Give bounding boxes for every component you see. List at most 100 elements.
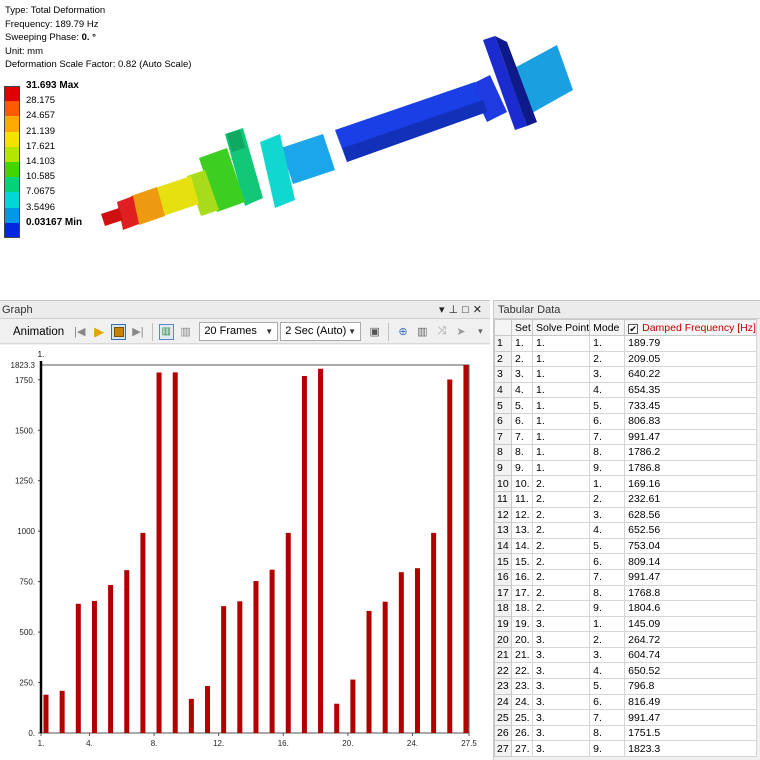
- table-row[interactable]: 2 2. 1. 2. 209.05: [494, 350, 757, 368]
- frequency-bar[interactable]: [172, 372, 178, 733]
- table-row[interactable]: 21 21. 3. 3. 604.74: [494, 646, 757, 664]
- table-row[interactable]: 27 27. 3. 9. 1823.3: [494, 740, 757, 758]
- table-header-row: Set Solve Point Mode ✔ Damped Frequency […: [494, 319, 757, 336]
- frequency-bar[interactable]: [334, 703, 340, 733]
- cell-solve-point: 2.: [531, 600, 591, 617]
- frequency-bar[interactable]: [350, 679, 356, 733]
- column-header-damped-frequency[interactable]: ✔ Damped Frequency [Hz]: [624, 319, 757, 336]
- table-row[interactable]: 26 26. 3. 8. 1751.5: [494, 724, 757, 742]
- table-row[interactable]: 3 3. 1. 3. 640.22: [494, 366, 757, 383]
- frequency-bar[interactable]: [205, 686, 211, 733]
- maximize-icon[interactable]: □: [462, 304, 473, 316]
- table-row[interactable]: 19 19. 3. 1. 145.09: [494, 615, 757, 633]
- table-row[interactable]: 8 8. 1. 8. 1786.2: [494, 444, 757, 461]
- cell-damped-frequency: 1804.6: [624, 600, 757, 617]
- cell-solve-point: 3.: [531, 646, 591, 664]
- table-row[interactable]: 18 18. 2. 9. 1804.6: [494, 600, 757, 617]
- table-row[interactable]: 5 5. 1. 5. 733.45: [494, 397, 757, 414]
- distributed-frames-icon[interactable]: ▥: [158, 323, 174, 340]
- close-icon[interactable]: ✕: [473, 304, 486, 316]
- frequency-bar[interactable]: [269, 569, 275, 733]
- table-row[interactable]: 16 16. 2. 7. 991.47: [494, 568, 757, 586]
- frequency-bar[interactable]: [237, 601, 243, 733]
- frequency-bar[interactable]: [43, 694, 49, 733]
- cell-mode: 3.: [589, 506, 626, 524]
- frequency-bar[interactable]: [285, 532, 291, 733]
- table-row[interactable]: 23 23. 3. 5. 796.8: [494, 678, 757, 695]
- play-icon[interactable]: ▶: [91, 324, 106, 340]
- table-row[interactable]: 13 13. 2. 4. 652.56: [494, 522, 757, 539]
- checkbox-checked-icon[interactable]: ✔: [628, 323, 639, 334]
- table-row[interactable]: 10 10. 2. 1. 169.16: [494, 475, 757, 492]
- frequency-bar[interactable]: [382, 601, 388, 733]
- table-row[interactable]: 25 25. 3. 7. 991.47: [494, 709, 757, 726]
- table-row[interactable]: 1 1. 1. 1. 189.79: [494, 335, 757, 352]
- column-header-set[interactable]: Set: [511, 319, 533, 336]
- frequency-bar[interactable]: [301, 375, 307, 733]
- cell-mode: 4.: [589, 662, 626, 680]
- table-row[interactable]: 7 7. 1. 7. 991.47: [494, 428, 757, 446]
- table-row[interactable]: 12 12. 2. 3. 628.56: [494, 506, 757, 524]
- table-row[interactable]: 9 9. 1. 9. 1786.8: [494, 459, 757, 477]
- pin-icon[interactable]: ⊥: [449, 304, 463, 316]
- table-row[interactable]: 11 11. 2. 2. 232.61: [494, 490, 757, 508]
- table-row[interactable]: 15 15. 2. 6. 809.14: [494, 553, 757, 570]
- cell-solve-point: 2.: [531, 522, 591, 539]
- row-number: 7: [494, 428, 512, 446]
- zoom-icon[interactable]: ⊕: [395, 324, 410, 340]
- row-number: 20: [494, 631, 512, 648]
- cell-damped-frequency: 1786.2: [624, 444, 757, 461]
- column-header-solve-point[interactable]: Solve Point: [531, 319, 591, 336]
- frequency-bar[interactable]: [188, 698, 194, 733]
- stop-icon[interactable]: [110, 323, 127, 340]
- frames-dropdown[interactable]: 20 Frames ▼: [199, 322, 279, 341]
- frequency-bar-chart[interactable]: 0.250.500.750.10001250.1500.1750.1823.31…: [0, 345, 490, 760]
- x-tick-label: 12.: [213, 739, 224, 748]
- bars-icon[interactable]: ▥: [415, 324, 430, 340]
- more-icon[interactable]: ▾: [473, 324, 488, 340]
- deformed-shaft-model[interactable]: [95, 30, 595, 230]
- cell-damped-frequency: 604.74: [624, 646, 757, 664]
- table-row[interactable]: 6 6. 1. 6. 806.83: [494, 412, 757, 430]
- frequency-bar[interactable]: [398, 572, 404, 733]
- frequency-bar[interactable]: [318, 368, 324, 733]
- frequency-bar[interactable]: [431, 532, 437, 733]
- dropdown-menu-icon[interactable]: ▾: [439, 304, 449, 316]
- table-row[interactable]: 14 14. 2. 5. 753.04: [494, 537, 757, 555]
- row-number: 17: [494, 584, 512, 602]
- duration-dropdown[interactable]: 2 Sec (Auto) ▼: [280, 322, 361, 341]
- frequency-chart-area[interactable]: 0. 250. 500. 750. 1000 1250. 1500. 1750. 1823.3 1…: [0, 345, 490, 760]
- table-row[interactable]: 4 4. 1. 4. 654.35: [494, 381, 757, 399]
- previous-frame-icon[interactable]: |◀: [72, 324, 87, 340]
- table-row[interactable]: 24 24. 3. 6. 816.49: [494, 693, 757, 711]
- frequency-bar[interactable]: [59, 690, 65, 733]
- frequency-bar[interactable]: [124, 570, 130, 733]
- frequency-bar[interactable]: [414, 568, 420, 733]
- cell-damped-frequency: 628.56: [624, 506, 757, 524]
- frequency-bar[interactable]: [156, 372, 162, 733]
- table-row[interactable]: 22 22. 3. 4. 650.52: [494, 662, 757, 680]
- cell-damped-frequency: 816.49: [624, 693, 757, 711]
- frequency-bar[interactable]: [366, 610, 372, 733]
- result-frames-icon[interactable]: ▥: [178, 324, 193, 340]
- next-frame-icon[interactable]: ▶|: [130, 324, 145, 340]
- frequency-bar[interactable]: [75, 603, 81, 733]
- pointer-icon[interactable]: ➤: [453, 324, 468, 340]
- row-number: 25: [494, 709, 512, 726]
- column-header-mode[interactable]: Mode: [589, 319, 626, 336]
- frequency-bar[interactable]: [140, 532, 146, 733]
- frequency-bar[interactable]: [221, 606, 227, 733]
- cell-solve-point: 3.: [531, 724, 591, 742]
- frequency-bar[interactable]: [253, 581, 259, 733]
- frequency-bar[interactable]: [108, 584, 114, 733]
- table-row[interactable]: 20 20. 3. 2. 264.72: [494, 631, 757, 648]
- frequency-bar[interactable]: [447, 379, 453, 733]
- x-tick-label: 1.: [38, 739, 45, 748]
- table-row[interactable]: 17 17. 2. 8. 1768.8: [494, 584, 757, 602]
- cell-solve-point: 1.: [531, 428, 591, 446]
- lines-icon[interactable]: ⤨: [434, 324, 449, 340]
- cell-mode: 4.: [589, 522, 626, 539]
- frequency-bar[interactable]: [91, 600, 97, 733]
- frequency-bar[interactable]: [463, 365, 469, 733]
- export-video-icon[interactable]: ▣: [367, 324, 382, 340]
